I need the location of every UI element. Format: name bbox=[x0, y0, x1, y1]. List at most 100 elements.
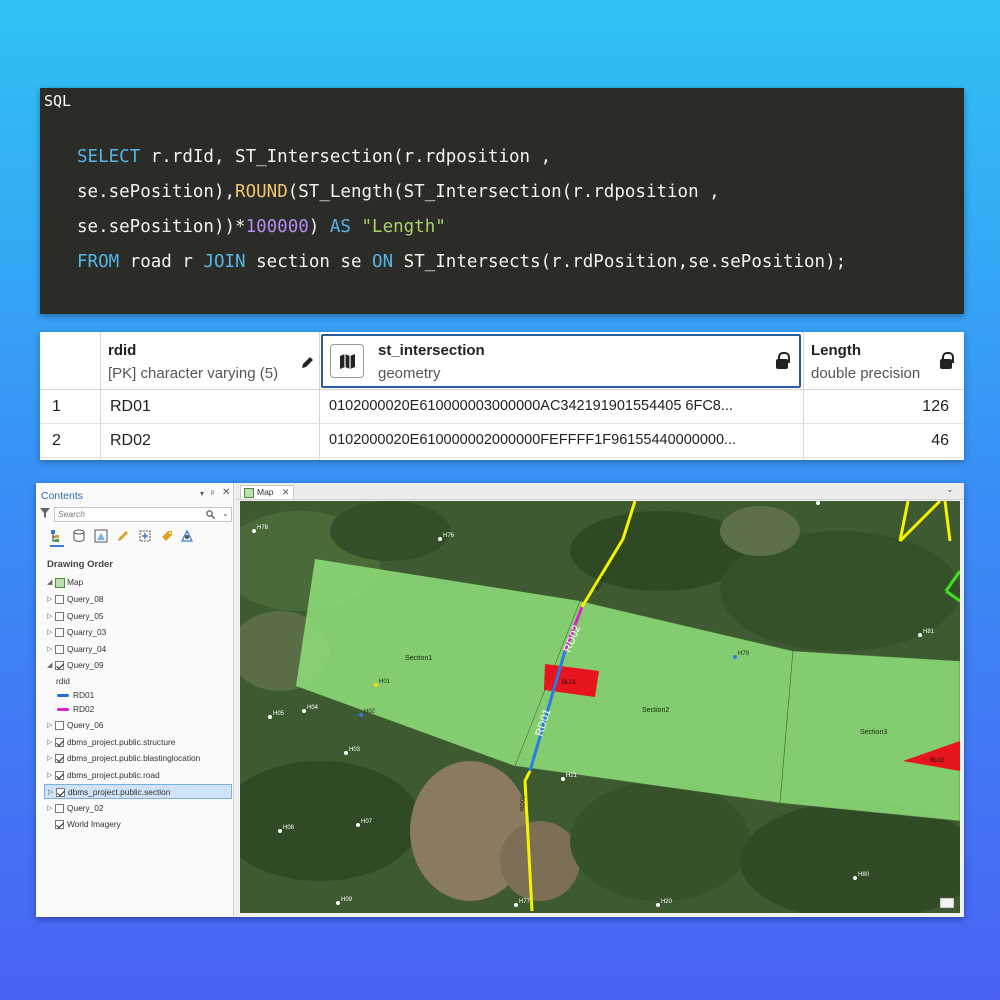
close-icon[interactable]: ✕ bbox=[282, 486, 290, 499]
expand-icon[interactable]: ▷ bbox=[47, 625, 52, 640]
layer-item[interactable]: ▷ dbms_project.public.road bbox=[44, 768, 232, 783]
layer-visibility-checkbox[interactable] bbox=[55, 644, 64, 654]
layer-visibility-checkbox[interactable] bbox=[55, 803, 64, 813]
layer-label: Query_08 bbox=[67, 594, 104, 604]
expand-icon[interactable]: ▷ bbox=[47, 768, 52, 783]
structure-label: H01 bbox=[379, 679, 391, 685]
filter-icon[interactable] bbox=[40, 508, 50, 518]
structure-point[interactable] bbox=[278, 829, 282, 833]
lock-icon bbox=[940, 352, 954, 369]
list-by-drawing-order-icon[interactable] bbox=[50, 529, 64, 543]
cell-geometry[interactable]: 0102000020E610000003000000AC342191901554… bbox=[329, 390, 799, 423]
close-icon[interactable]: ✕ bbox=[222, 487, 230, 498]
layer-item[interactable]: ▷ Query_06 bbox=[44, 718, 232, 733]
list-by-editing-icon[interactable] bbox=[116, 529, 130, 543]
expand-icon[interactable]: ▷ bbox=[47, 642, 52, 657]
layer-visibility-checkbox[interactable] bbox=[55, 661, 64, 670]
collapse-icon[interactable]: ◢ bbox=[47, 575, 52, 590]
sql-kw-from: FROM bbox=[77, 252, 120, 272]
list-by-source-icon[interactable] bbox=[72, 529, 86, 543]
structure-point[interactable] bbox=[853, 876, 857, 880]
layer-item[interactable]: ◢ Query_09 bbox=[44, 658, 232, 673]
chevron-down-icon[interactable]: ⌄ bbox=[222, 509, 229, 518]
expand-icon[interactable]: ▷ bbox=[47, 801, 52, 816]
layer-item[interactable]: ▷ Quarry_03 bbox=[44, 625, 232, 640]
pencil-icon[interactable] bbox=[300, 356, 314, 370]
cell-length[interactable]: 126 bbox=[803, 390, 949, 423]
expand-icon[interactable]: ▷ bbox=[48, 785, 53, 800]
layer-visibility-checkbox[interactable] bbox=[55, 770, 64, 780]
attribution-icon[interactable] bbox=[939, 897, 955, 909]
tab-map[interactable]: Map ✕ bbox=[240, 485, 294, 499]
structure-point[interactable] bbox=[344, 751, 348, 755]
map-view[interactable]: Section1 Section2 Section3 BL01 BL02 RD0… bbox=[240, 501, 960, 913]
list-by-perspective-icon[interactable] bbox=[180, 529, 194, 543]
structure-point[interactable] bbox=[252, 529, 256, 533]
legend-heading: rdid bbox=[44, 674, 232, 689]
layer-item[interactable]: World Imagery bbox=[44, 817, 232, 832]
layer-visibility-checkbox[interactable] bbox=[55, 611, 64, 621]
layer-item[interactable]: ▷ Query_05 bbox=[44, 609, 232, 624]
structure-point[interactable] bbox=[514, 903, 518, 907]
structure-point[interactable] bbox=[733, 655, 737, 659]
layer-visibility-checkbox[interactable] bbox=[56, 788, 65, 797]
sql-fn-round: ROUND bbox=[235, 182, 288, 202]
expand-icon[interactable]: ▷ bbox=[47, 609, 52, 624]
layer-item-map[interactable]: ◢ Map bbox=[44, 575, 232, 590]
cell-geometry[interactable]: 0102000020E610000002000000FEFFFF1F961554… bbox=[329, 424, 799, 457]
sql-text: se.sePosition), bbox=[77, 182, 236, 202]
geometry-viewer-button[interactable] bbox=[330, 344, 364, 378]
cell-rdid[interactable]: RD01 bbox=[110, 390, 151, 423]
contents-pane: Contents ▾ ᵖ ✕ Search ⌄ Drawing Order ◢ … bbox=[36, 483, 234, 917]
layer-item[interactable]: ▷ Query_02 bbox=[44, 801, 232, 816]
list-by-selection-icon[interactable] bbox=[94, 529, 108, 543]
layer-item[interactable]: ▷ dbms_project.public.section bbox=[44, 784, 232, 799]
structure-point[interactable] bbox=[302, 709, 306, 713]
layer-item[interactable]: ▷ dbms_project.public.blastinglocation bbox=[44, 751, 232, 766]
structure-point[interactable] bbox=[918, 633, 922, 637]
layer-visibility-checkbox[interactable] bbox=[55, 721, 64, 730]
expand-icon[interactable]: ▷ bbox=[47, 735, 52, 750]
structure-point[interactable] bbox=[816, 501, 820, 505]
pin-icon[interactable]: ᵖ bbox=[211, 488, 214, 498]
layer-visibility-checkbox[interactable] bbox=[55, 737, 64, 747]
column-type: geometry bbox=[378, 365, 441, 382]
structure-point[interactable] bbox=[268, 715, 272, 719]
structure-point[interactable] bbox=[374, 683, 378, 687]
layer-item[interactable]: ▷ Query_08 bbox=[44, 592, 232, 607]
structure-point[interactable] bbox=[656, 903, 660, 907]
list-by-snapping-icon[interactable] bbox=[138, 529, 152, 543]
list-by-labeling-icon[interactable] bbox=[160, 529, 174, 543]
structure-point[interactable] bbox=[359, 713, 363, 717]
chevron-down-icon[interactable]: ⌄ bbox=[946, 484, 954, 495]
structure-point[interactable] bbox=[336, 901, 340, 905]
expand-icon[interactable]: ▷ bbox=[47, 718, 52, 733]
collapse-icon[interactable]: ◢ bbox=[47, 658, 52, 673]
structure-point[interactable] bbox=[438, 537, 442, 541]
layer-visibility-checkbox[interactable] bbox=[55, 628, 64, 637]
layer-label: Quarry_03 bbox=[67, 627, 107, 637]
layer-item[interactable]: ▷ dbms_project.public.structure bbox=[44, 735, 232, 750]
sql-text: road r bbox=[119, 252, 204, 272]
cell-rdid[interactable]: RD02 bbox=[110, 424, 151, 457]
column-header-st-intersection[interactable]: st_intersection geometry bbox=[370, 332, 790, 389]
legend-item-rd01: RD01 bbox=[44, 688, 232, 703]
layer-visibility-checkbox[interactable] bbox=[55, 820, 64, 829]
map-canvas[interactable]: Section1 Section2 Section3 BL01 BL02 RD0… bbox=[240, 501, 960, 913]
layer-visibility-checkbox[interactable] bbox=[55, 754, 64, 763]
expand-icon[interactable]: ▷ bbox=[47, 592, 52, 607]
expand-icon[interactable]: ▷ bbox=[47, 751, 52, 766]
table-row[interactable]: 2 RD02 0102000020E610000002000000FEFFFF1… bbox=[40, 424, 964, 458]
cell-length[interactable]: 46 bbox=[803, 424, 949, 457]
structure-label: H02 bbox=[364, 709, 376, 715]
layer-visibility-checkbox[interactable] bbox=[55, 595, 64, 604]
layer-label: Query_05 bbox=[67, 610, 104, 621]
table-row[interactable]: 1 RD01 0102000020E610000003000000AC34219… bbox=[40, 390, 964, 424]
blasting-label: BL02 bbox=[930, 758, 945, 764]
structure-label: H78 bbox=[257, 525, 269, 531]
layer-item[interactable]: ▷ Quarry_04 bbox=[44, 642, 232, 657]
column-header-rdid[interactable]: rdid [PK] character varying (5) bbox=[100, 332, 319, 389]
structure-point[interactable] bbox=[356, 823, 360, 827]
pane-options-icon[interactable]: ▾ bbox=[200, 489, 204, 498]
structure-point[interactable] bbox=[561, 777, 565, 781]
